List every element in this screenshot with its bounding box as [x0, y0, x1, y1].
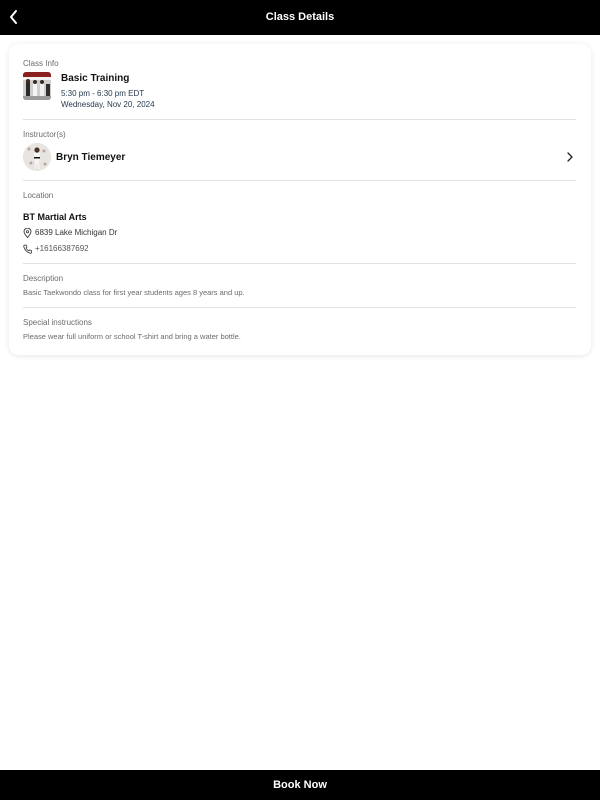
- instructors-label: Instructor(s): [23, 130, 66, 139]
- book-now-button[interactable]: Book Now: [0, 770, 600, 800]
- page-title: Class Details: [265, 11, 335, 23]
- book-now-label: Book Now: [273, 779, 327, 791]
- chevron-right-icon: [567, 152, 573, 162]
- location-name: BT Martial Arts: [23, 212, 87, 222]
- description-text: Basic Taekwondo class for first year stu…: [23, 288, 245, 297]
- instructor-name: Bryn Tiemeyer: [56, 152, 126, 163]
- class-time: 5:30 pm - 6:30 pm EDT: [61, 89, 145, 98]
- class-date: Wednesday, Nov 20, 2024: [61, 100, 155, 109]
- class-name: Basic Training: [61, 73, 130, 84]
- divider: [23, 263, 576, 264]
- class-thumbnail: [23, 72, 51, 100]
- address-text: 6839 Lake Michigan Dr: [35, 228, 118, 237]
- phone-text: +16166387692: [35, 244, 89, 253]
- description-label: Description: [23, 274, 64, 283]
- map-pin-icon: [23, 228, 32, 238]
- divider: [23, 119, 576, 120]
- special-instructions-label: Special instructions: [23, 318, 92, 327]
- phone-icon: [23, 244, 32, 254]
- top-bar: Class Details: [0, 0, 600, 35]
- class-info-label: Class Info: [23, 59, 59, 68]
- avatar: [23, 143, 51, 171]
- location-label: Location: [23, 191, 54, 200]
- divider: [23, 180, 576, 181]
- instructor-row[interactable]: Bryn Tiemeyer: [23, 143, 576, 171]
- class-details-card: Class Info Basic Training 5:30 pm - 6:30…: [9, 44, 591, 355]
- divider: [23, 307, 576, 308]
- special-instructions-text: Please wear full uniform or school T-shi…: [23, 332, 241, 341]
